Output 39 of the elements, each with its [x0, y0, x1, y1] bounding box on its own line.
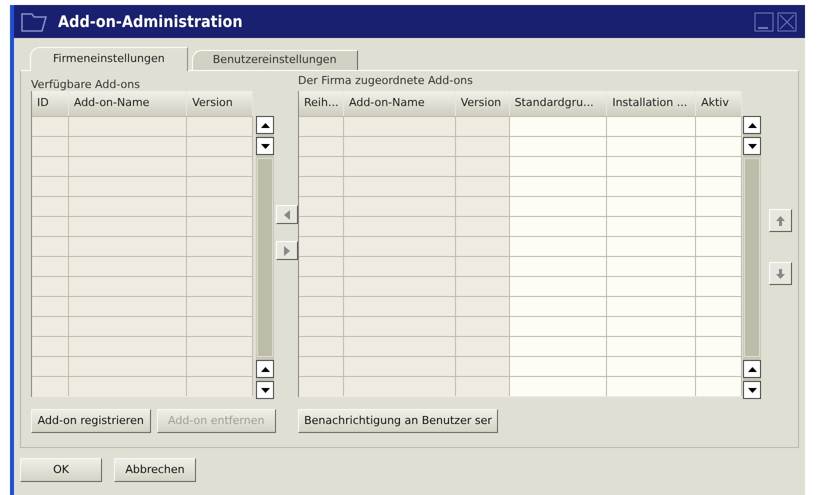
- scrollbar[interactable]: [256, 116, 274, 399]
- column-header[interactable]: Version: [456, 91, 510, 116]
- button[interactable]: Benachrichtigung an Benutzer ser: [298, 409, 498, 433]
- column-header[interactable]: Version: [187, 91, 253, 116]
- up-arrow-icon: [776, 216, 785, 226]
- column-header[interactable]: Standardgru...: [510, 91, 608, 116]
- button[interactable]: OK: [20, 458, 102, 482]
- scroll-down-icon: [748, 388, 756, 392]
- column-header[interactable]: Installation ...: [607, 91, 696, 116]
- column-header[interactable]: Add-on-Name: [68, 91, 188, 116]
- tab[interactable]: Firmeneinstellungen: [30, 47, 188, 71]
- section-label: Der Firma zugeordnete Add-ons: [298, 73, 474, 87]
- tab[interactable]: Benutzereinstellungen: [192, 50, 358, 70]
- column-header[interactable]: Add-on-Name: [344, 91, 456, 116]
- column-header[interactable]: ID: [32, 91, 69, 116]
- column-header[interactable]: Reih...: [299, 91, 344, 116]
- scroll-up-icon: [748, 366, 756, 372]
- close-icon[interactable]: [777, 12, 797, 32]
- down-arrow-icon: [776, 268, 785, 278]
- scroll-down-icon: [260, 144, 270, 148]
- scroll-up-icon: [260, 122, 270, 128]
- scroll-up-icon: [748, 122, 756, 128]
- button[interactable]: Abbrechen: [114, 458, 196, 482]
- scroll-down-icon: [260, 388, 270, 392]
- column-header[interactable]: Aktiv: [696, 91, 742, 116]
- left-triangle-icon: [284, 210, 290, 220]
- scrollbar[interactable]: [743, 116, 761, 399]
- scroll-down-icon: [748, 144, 756, 148]
- move-up-button[interactable]: [769, 209, 792, 232]
- minimize-icon[interactable]: [754, 12, 774, 32]
- button[interactable]: Add-on registrieren: [31, 409, 150, 433]
- window-title: Add-on-Administration: [58, 10, 243, 32]
- scroll-up-icon: [260, 366, 270, 372]
- move-left-button[interactable]: [276, 205, 298, 224]
- move-right-button[interactable]: [276, 241, 298, 260]
- section-label: Verfügbare Add-ons: [31, 77, 141, 91]
- move-down-button[interactable]: [769, 262, 792, 285]
- right-triangle-icon: [284, 246, 290, 256]
- window-icon: [20, 10, 48, 32]
